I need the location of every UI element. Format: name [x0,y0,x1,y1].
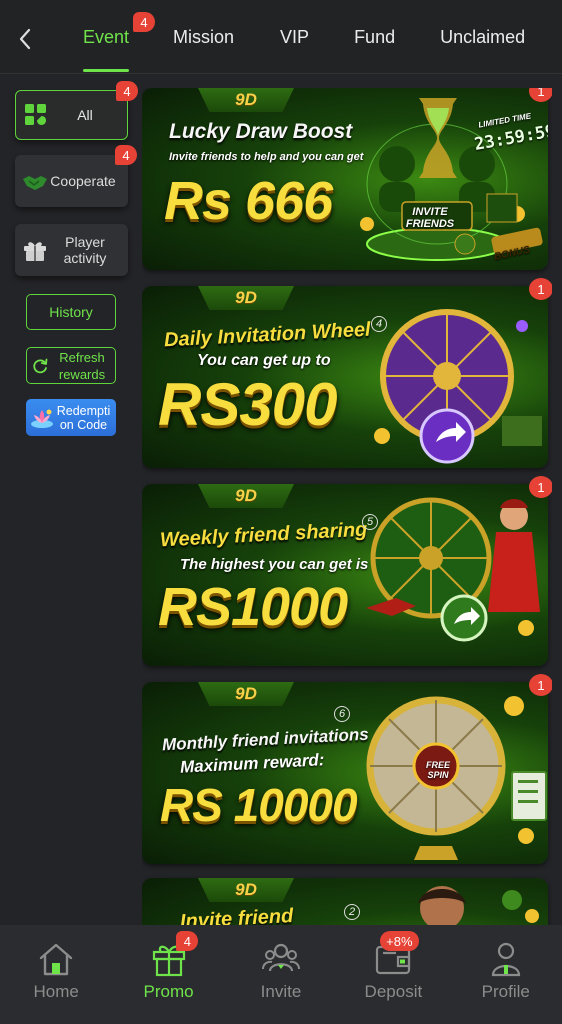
category-all-button[interactable]: All 4 [15,81,138,140]
event-banner-invite-friend[interactable]: 9D Invite friend 2 [142,878,548,925]
banner-number: 6 [334,706,350,722]
banner-amount: RS1000 [158,577,348,637]
brand-tag: 9D [198,88,294,112]
tab-fund[interactable]: Fund [354,0,395,74]
event-banner-monthly-invitations[interactable]: 9D Monthly friend invitations 6 Maximum … [142,682,548,864]
event-banner-weekly-sharing[interactable]: 9D Weekly friend sharing 5 The highest y… [142,484,548,666]
back-button[interactable] [12,24,38,54]
brand-tag: 9D [198,878,294,902]
banner-amount: Rs 666 [164,171,333,231]
refresh-label: Refresh rewards [58,349,106,382]
home-icon [39,943,73,976]
prize-wheel-art [374,309,542,464]
refresh-icon [33,358,48,373]
brand-tag: 9D [198,286,294,310]
tab-label: VIP [280,26,310,47]
nav-promo[interactable]: Promo 4 [112,925,224,1024]
golden-wheel-art [366,696,547,860]
banner-subtitle: You can get up to [197,352,331,369]
nav-label: Promo [143,982,194,1001]
nav-profile[interactable]: Profile [450,925,562,1024]
banner-title: Monthly friend invitations [161,724,370,755]
notification-badge: 4 [115,145,137,165]
banner-title: Daily Invitation Wheel [163,318,372,352]
banner-amount: RS300 [158,371,337,438]
notification-badge: 4 [176,931,199,951]
history-button[interactable]: History [26,294,116,330]
tab-event[interactable]: Event 4 [83,0,155,74]
grid-icon [25,104,46,125]
notification-badge: 4 [133,12,155,32]
nav-label: Deposit [364,982,423,1001]
user-icon [491,942,520,977]
gift-box-icon [24,242,46,261]
banner-badge: 1 [529,476,552,498]
brand-tag: 9D [198,682,294,706]
category-sidebar: All 4 Cooperate 4 Player activity Histor… [0,75,140,925]
tab-list: Event 4 Mission VIP Fund Unclaimed [60,0,562,74]
tab-unclaimed[interactable]: Unclaimed [440,0,525,74]
category-label: All [77,107,93,123]
banner-number: 2 [344,904,360,920]
event-banner-lucky-draw[interactable]: 9D Lucky Draw Boost Invite friends to he… [142,88,548,270]
nav-label: Home [33,982,79,1001]
nav-invite[interactable]: Invite [225,925,337,1024]
category-cooperate-button[interactable]: Cooperate 4 [15,145,137,207]
banner-subtitle: Maximum reward: [179,750,325,777]
tab-mission[interactable]: Mission [173,0,234,74]
nav-deposit[interactable]: Deposit +8% [337,925,449,1024]
redeem-label: Redemption Code [56,403,111,432]
category-label: Player activity [63,234,107,266]
top-tab-bar: Event 4 Mission VIP Fund Unclaimed [0,0,562,74]
refresh-rewards-button[interactable]: Refresh rewards [26,347,116,384]
nav-label: Profile [481,982,530,1001]
event-banner-daily-wheel[interactable]: 9D Daily Invitation Wheel 4 You can get … [142,286,548,468]
category-label: Cooperate [50,173,116,189]
tab-label: Event [83,26,130,47]
banner-badge: 1 [529,278,552,300]
banner-badge: 1 [529,674,552,696]
redemption-code-button[interactable]: Redemption Code [26,399,116,436]
notification-badge: 4 [116,81,138,101]
category-player-activity-button[interactable]: Player activity [15,224,128,276]
banner-subtitle: The highest you can get is [180,556,369,573]
tab-vip[interactable]: VIP [280,0,309,74]
chevron-left-icon [19,28,31,50]
users-icon [261,943,300,972]
tab-label: Unclaimed [440,26,526,47]
banner-amount: RS 10000 [160,779,358,831]
bonus-badge: +8% [380,931,419,951]
bottom-navigation: Home Promo 4 Invite Deposit +8% Profile [0,925,562,1024]
promotions-screen: Event 4 Mission VIP Fund Unclaimed All 4 [0,0,562,1024]
character-art [418,886,539,925]
handshake-icon [23,176,47,190]
banner-title: Weekly friend sharing [159,518,368,552]
banner-title: Lucky Draw Boost [169,120,353,143]
invite-friends-label: INVITE FRIENDS [405,206,455,230]
banner-title: Invite friend [179,905,294,925]
history-label: History [49,304,93,320]
nav-home[interactable]: Home [0,925,112,1024]
nav-label: Invite [260,982,302,1001]
lotus-icon [31,409,53,428]
tab-label: Mission [173,26,235,47]
event-banner-list: 9D Lucky Draw Boost Invite friends to he… [142,88,552,925]
free-spin-label: FREE SPIN [425,760,450,780]
roulette-pilot-art [366,497,540,642]
brand-tag: 9D [198,484,294,508]
banner-subtitle: Invite friends to help and you can get [169,151,364,163]
tab-label: Fund [354,26,396,47]
